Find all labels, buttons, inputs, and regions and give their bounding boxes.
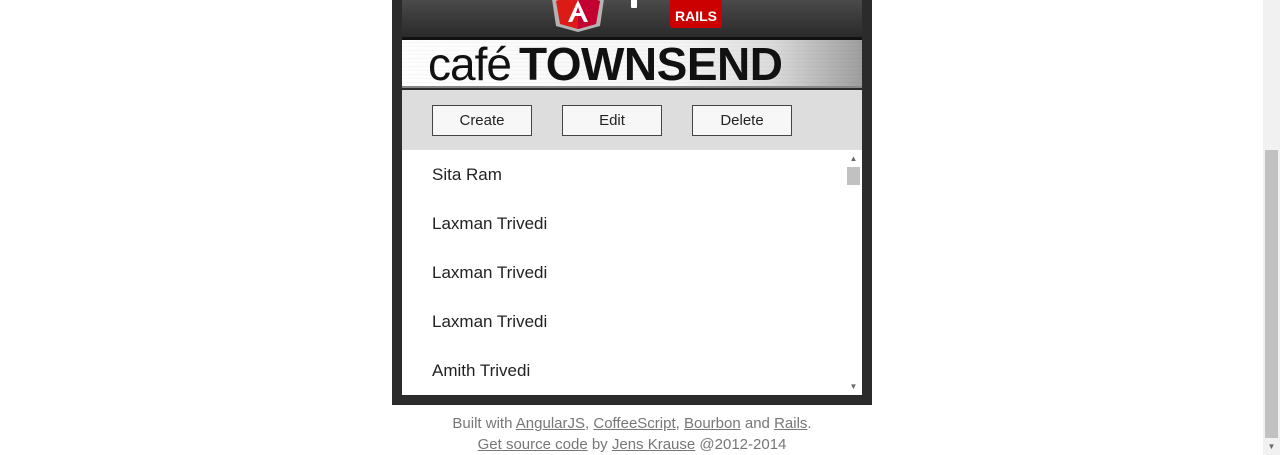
- copyright-text: @2012-2014: [699, 436, 787, 453]
- delete-button[interactable]: Delete: [692, 105, 792, 136]
- source-code-link[interactable]: Get source code: [478, 436, 588, 453]
- rails-link[interactable]: Rails: [774, 415, 807, 432]
- footer-source-line: Get source code by Jens Krause @2012-201…: [392, 434, 872, 455]
- list-scroll-up-arrow-icon[interactable]: ▲: [845, 150, 862, 167]
- employee-list-item[interactable]: Amith Trivedi: [402, 346, 862, 395]
- footer-built-with-text: Built with: [452, 415, 513, 432]
- list-scrollbar[interactable]: ▲ ▼: [845, 150, 862, 395]
- footer-by-text: by: [591, 436, 608, 453]
- logo-strip: RAILS: [402, 0, 862, 37]
- brand-townsend: TOWNSEND: [518, 38, 783, 88]
- coffeescript-link[interactable]: CoffeeScript: [593, 415, 675, 432]
- toolbar: Create Edit Delete: [402, 90, 862, 150]
- footer-built-with-line: Built with AngularJS, CoffeeScript, Bour…: [452, 415, 812, 432]
- employee-list-item[interactable]: Laxman Trivedi: [402, 297, 862, 346]
- angularjs-logo-icon: [552, 0, 604, 32]
- employee-list-item[interactable]: Laxman Trivedi: [402, 248, 862, 297]
- rails-logo-icon: RAILS: [670, 0, 722, 28]
- scroll-down-arrow-icon[interactable]: ▼: [1263, 438, 1280, 455]
- author-link[interactable]: Jens Krause: [612, 436, 695, 453]
- employee-list-item[interactable]: Laxman Trivedi: [402, 199, 862, 248]
- edit-button[interactable]: Edit: [562, 105, 662, 136]
- plus-icon: [631, 0, 637, 8]
- app-frame: RAILS café TOWNSEND Create Edit Delete Si…: [392, 0, 872, 405]
- footer: Built with AngularJS, CoffeeScript, Bour…: [392, 413, 872, 455]
- create-button[interactable]: Create: [432, 105, 532, 136]
- list-scroll-down-arrow-icon[interactable]: ▼: [845, 378, 862, 395]
- title-banner: café TOWNSEND: [402, 37, 862, 88]
- list-scrollbar-thumb[interactable]: [847, 167, 860, 185]
- angularjs-link[interactable]: AngularJS: [516, 415, 585, 432]
- employee-list-item[interactable]: Sita Ram: [402, 150, 862, 199]
- page-scrollbar[interactable]: ▼: [1263, 0, 1280, 455]
- brand-cafe: café: [428, 38, 512, 88]
- page-scrollbar-thumb[interactable]: [1265, 150, 1278, 438]
- rails-logo-text: RAILS: [675, 8, 717, 24]
- brand-title: café TOWNSEND: [428, 38, 783, 88]
- footer-and-text: and: [744, 415, 770, 432]
- employee-list-container: Sita Ram Laxman Trivedi Laxman Trivedi L…: [402, 150, 862, 395]
- bourbon-link[interactable]: Bourbon: [684, 415, 741, 432]
- employee-list: Sita Ram Laxman Trivedi Laxman Trivedi L…: [402, 150, 862, 395]
